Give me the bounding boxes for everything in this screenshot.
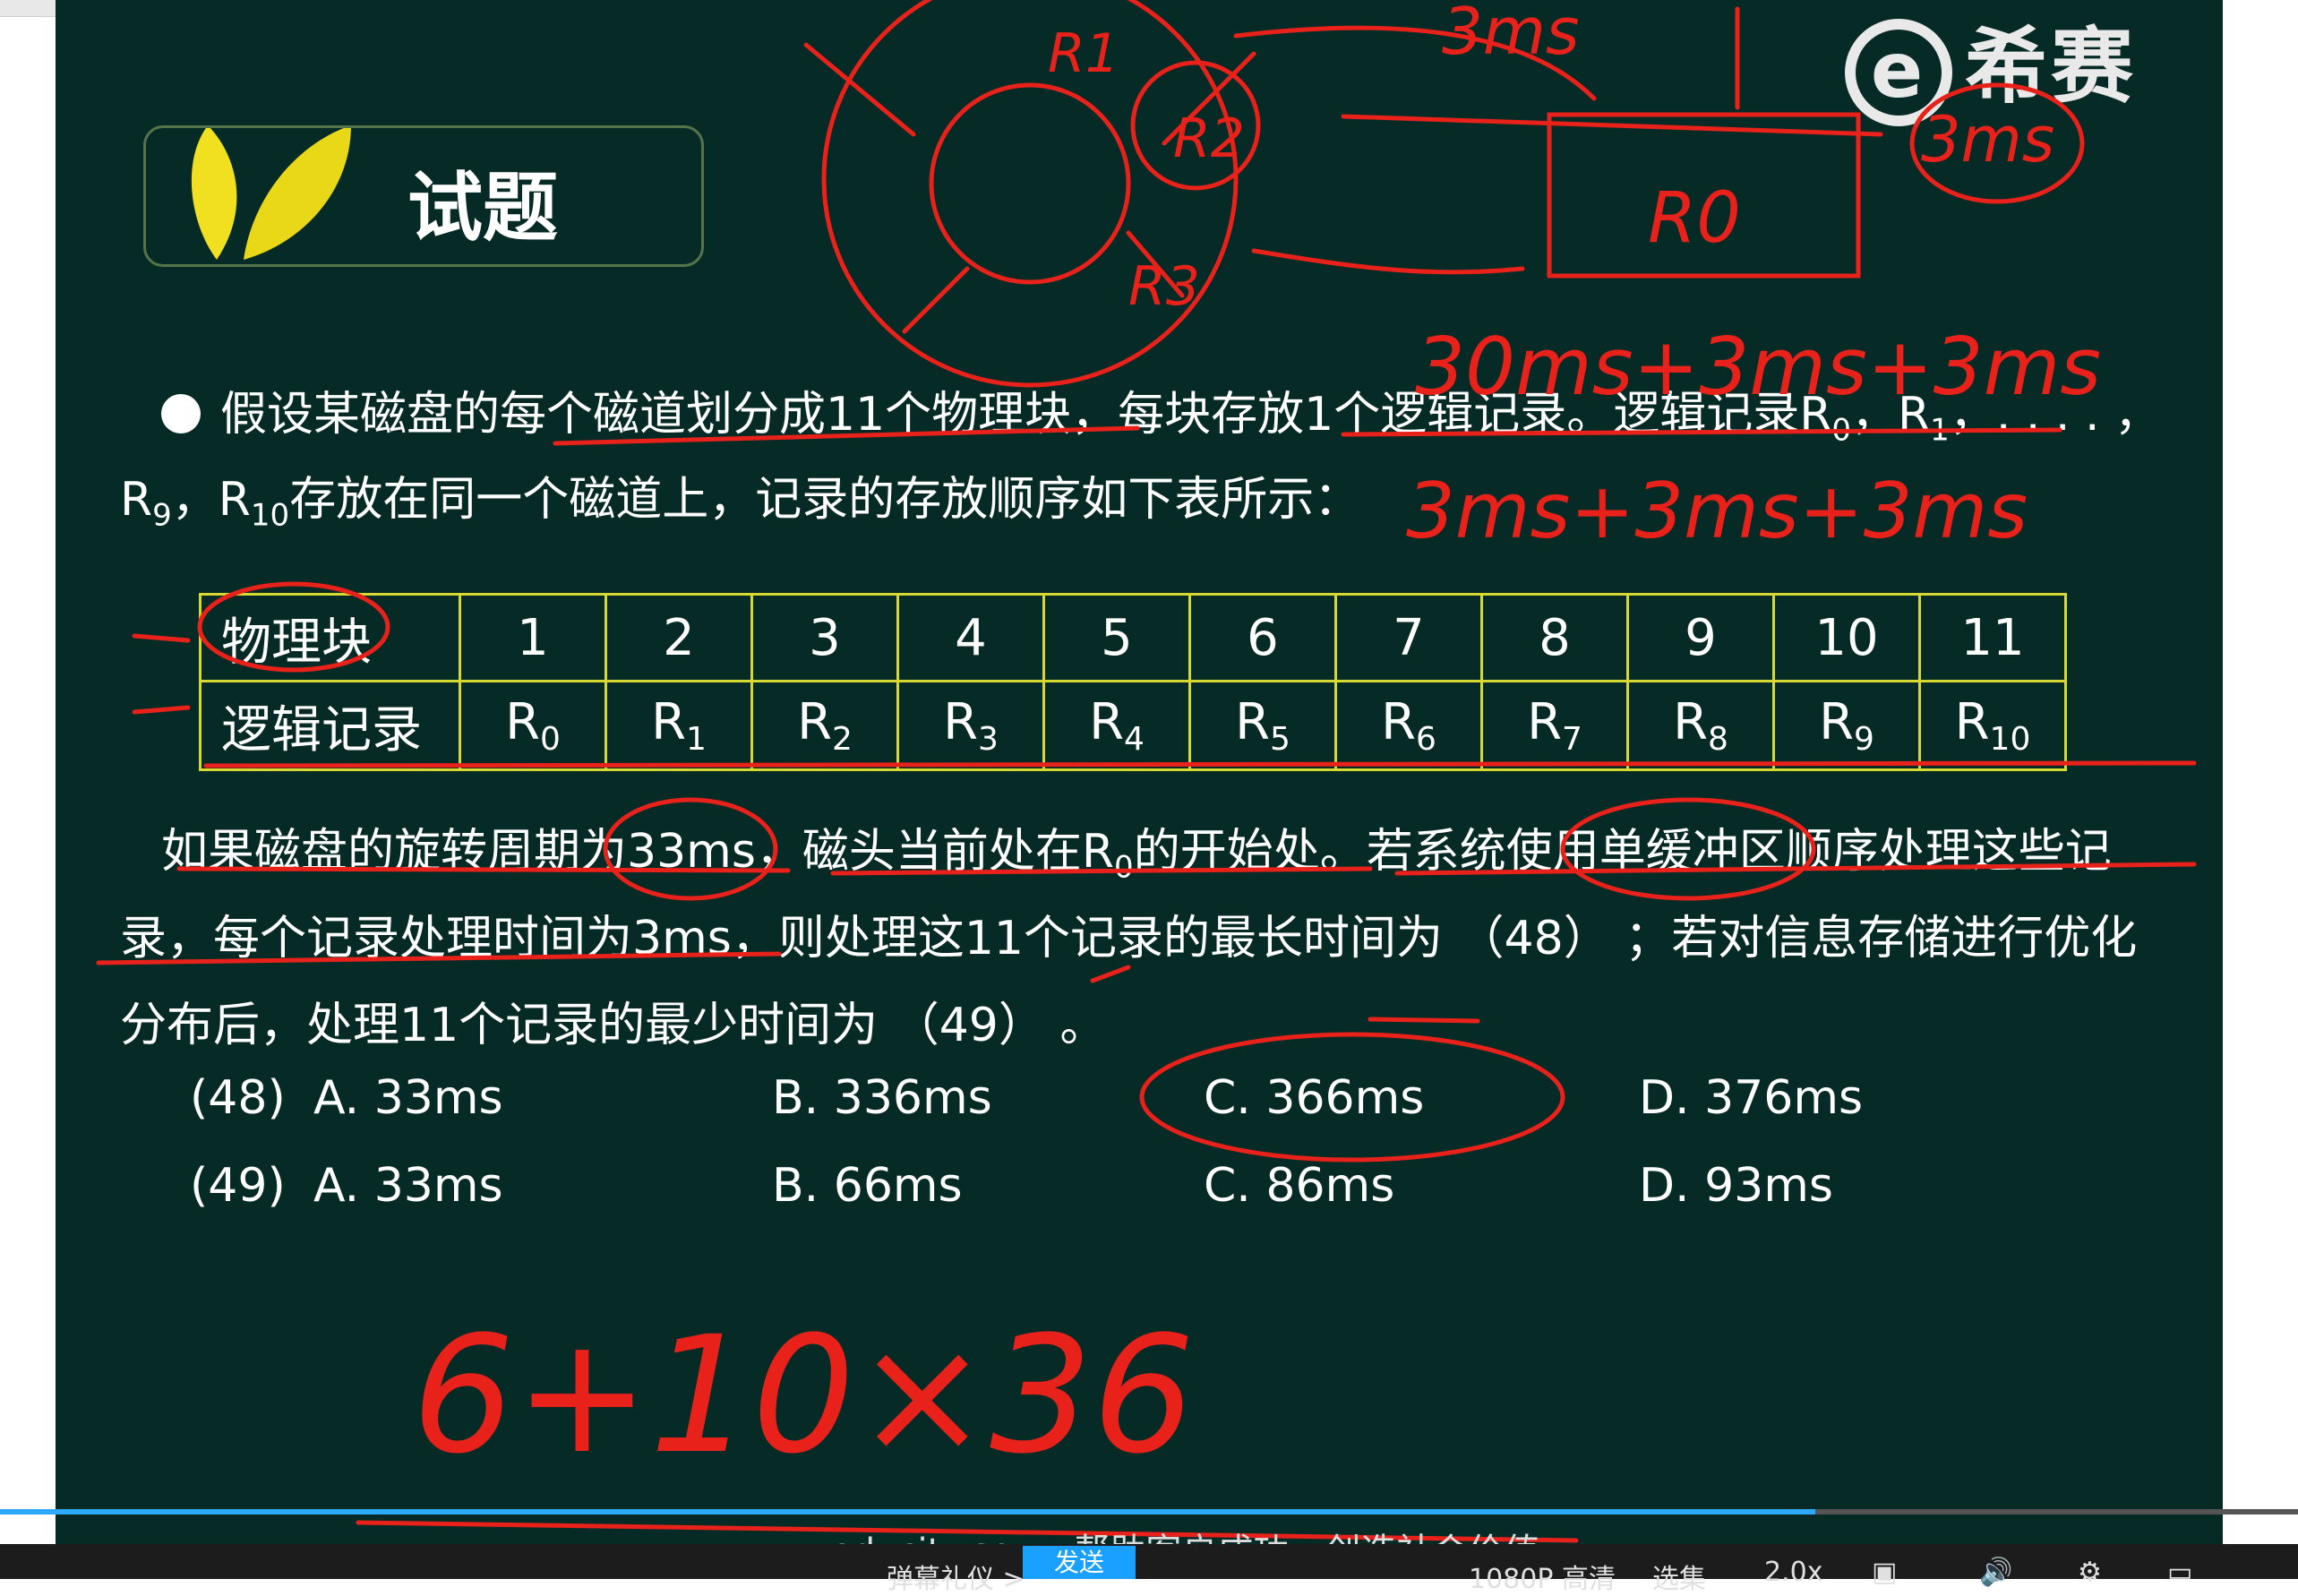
disk-sketch-outer [821, 0, 1239, 388]
episodes-button[interactable]: 选集 [1652, 1557, 1706, 1596]
annotation-r1: R1 [1048, 22, 1119, 85]
annotation-r2: R2 [1173, 107, 1245, 170]
buffer-circle [1560, 797, 1816, 901]
annotation-3ms-circle: 3ms [1921, 103, 2054, 176]
annotation-sum-1: 30ms+3ms+3ms [1415, 321, 2101, 413]
video-progress-bar[interactable] [0, 1509, 2298, 1514]
annotation-3ms-top: 3ms [1442, 0, 1579, 69]
danmaku-etiquette-link[interactable]: 弹幕礼仪 > [887, 1557, 1025, 1596]
quality-button[interactable]: 1080P 高清 [1469, 1557, 1616, 1596]
disk-sketch-inner [929, 82, 1131, 285]
annotation-r3: R3 [1128, 255, 1200, 318]
player-controls [0, 1544, 2298, 1579]
annotation-sum-2: 3ms+3ms+3ms [1406, 467, 2028, 556]
handwriting-annotations: 3ms R0 R3 R1 R2 3ms 30ms+3ms+3ms 3ms+3ms… [96, 0, 2197, 1543]
header-circle [197, 581, 390, 673]
speed-button[interactable]: 2.0x [1764, 1557, 1822, 1588]
period-circle [603, 797, 778, 901]
video-progress-fill [0, 1509, 1816, 1514]
settings-icon[interactable]: ⚙ [2078, 1557, 2102, 1588]
annotation-formula: 6+10×36 [412, 1302, 1195, 1489]
volume-icon[interactable]: 🔊 [1979, 1557, 2012, 1588]
send-button[interactable]: 发送 [1023, 1546, 1136, 1579]
answer-circle [1139, 1032, 1565, 1163]
annotation-r0: R0 [1648, 178, 1741, 259]
fullscreen-icon[interactable]: ▭ [2167, 1557, 2192, 1588]
danmaku-toggle-icon[interactable]: ▣ [1872, 1557, 1897, 1588]
